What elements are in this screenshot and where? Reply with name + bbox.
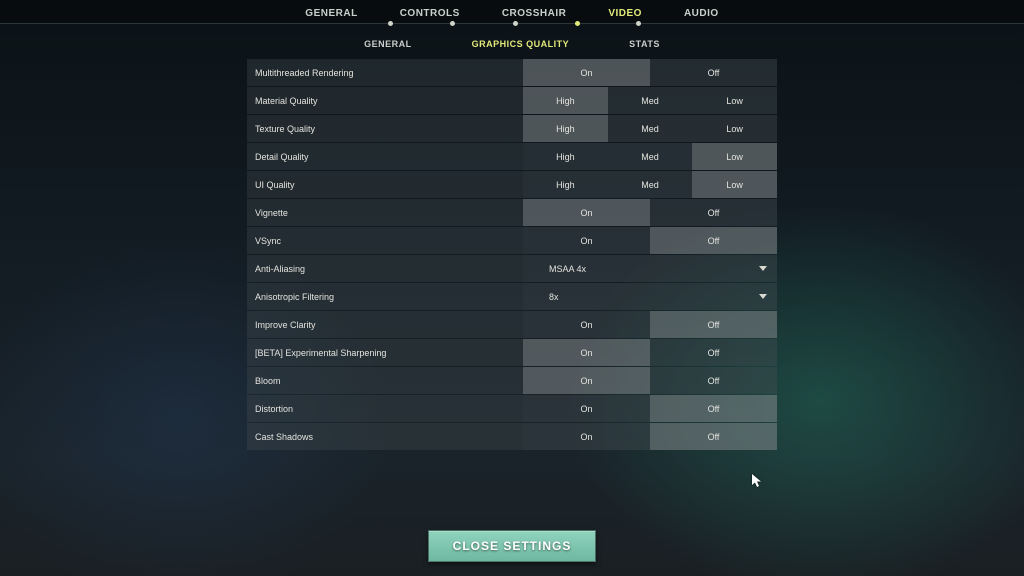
dropdown-value: MSAA 4x bbox=[549, 264, 586, 274]
option-low[interactable]: Low bbox=[692, 115, 777, 142]
subnav-item-graphics-quality[interactable]: GRAPHICS QUALITY bbox=[472, 39, 570, 49]
mouse-cursor-icon bbox=[752, 474, 762, 488]
option-off[interactable]: Off bbox=[650, 423, 777, 450]
setting-row-shadows: Cast ShadowsOnOff bbox=[247, 423, 777, 450]
option-off[interactable]: Off bbox=[650, 339, 777, 366]
nav-divider bbox=[0, 23, 1024, 24]
option-high[interactable]: High bbox=[523, 87, 608, 114]
close-settings-button[interactable]: CLOSE SETTINGS bbox=[428, 530, 596, 562]
setting-row-clarity: Improve ClarityOnOff bbox=[247, 311, 777, 338]
option-med[interactable]: Med bbox=[608, 171, 693, 198]
dropdown-af[interactable]: 8x bbox=[523, 283, 777, 310]
settings-panel: Multithreaded RenderingOnOffMaterial Qua… bbox=[247, 59, 777, 450]
setting-row-texture: Texture QualityHighMedLow bbox=[247, 115, 777, 142]
setting-row-af: Anisotropic Filtering 8x bbox=[247, 283, 777, 310]
setting-row-bloom: BloomOnOff bbox=[247, 367, 777, 394]
setting-controls: OnOff bbox=[523, 423, 777, 450]
setting-label: Texture Quality bbox=[247, 115, 523, 142]
setting-label: Multithreaded Rendering bbox=[247, 59, 523, 86]
setting-controls: OnOff bbox=[523, 199, 777, 226]
setting-row-ui: UI QualityHighMedLow bbox=[247, 171, 777, 198]
setting-label: Improve Clarity bbox=[247, 311, 523, 338]
setting-label: VSync bbox=[247, 227, 523, 254]
option-med[interactable]: Med bbox=[608, 143, 693, 170]
dropdown-value: 8x bbox=[549, 292, 559, 302]
setting-row-sharpen: [BETA] Experimental SharpeningOnOff bbox=[247, 339, 777, 366]
setting-controls: OnOff bbox=[523, 59, 777, 86]
setting-label: UI Quality bbox=[247, 171, 523, 198]
setting-label: Bloom bbox=[247, 367, 523, 394]
setting-controls: 8x bbox=[523, 283, 777, 310]
setting-label: [BETA] Experimental Sharpening bbox=[247, 339, 523, 366]
setting-label: Anisotropic Filtering bbox=[247, 283, 523, 310]
topnav-item-crosshair[interactable]: CROSSHAIR bbox=[502, 6, 567, 21]
setting-controls: MSAA 4x bbox=[523, 255, 777, 282]
setting-row-material: Material QualityHighMedLow bbox=[247, 87, 777, 114]
sub-nav: GENERAL GRAPHICS QUALITY STATS bbox=[0, 27, 1024, 55]
nav-dot bbox=[388, 21, 393, 26]
dropdown-aa[interactable]: MSAA 4x bbox=[523, 255, 777, 282]
option-off[interactable]: Off bbox=[650, 59, 777, 86]
nav-dot bbox=[636, 21, 641, 26]
setting-controls: HighMedLow bbox=[523, 143, 777, 170]
option-off[interactable]: Off bbox=[650, 367, 777, 394]
nav-dot bbox=[575, 21, 580, 26]
setting-controls: OnOff bbox=[523, 339, 777, 366]
option-off[interactable]: Off bbox=[650, 199, 777, 226]
option-on[interactable]: On bbox=[523, 423, 650, 450]
topnav-item-general[interactable]: GENERAL bbox=[305, 6, 357, 21]
option-off[interactable]: Off bbox=[650, 395, 777, 422]
setting-row-vsync: VSyncOnOff bbox=[247, 227, 777, 254]
setting-label: Anti-Aliasing bbox=[247, 255, 523, 282]
topnav-item-controls[interactable]: CONTROLS bbox=[400, 6, 460, 21]
setting-controls: OnOff bbox=[523, 227, 777, 254]
setting-label: Detail Quality bbox=[247, 143, 523, 170]
chevron-down-icon bbox=[759, 294, 767, 299]
option-low[interactable]: Low bbox=[692, 87, 777, 114]
option-high[interactable]: High bbox=[523, 143, 608, 170]
top-nav: GENERAL CONTROLS CROSSHAIR VIDEO AUDIO bbox=[0, 0, 1024, 23]
setting-controls: OnOff bbox=[523, 367, 777, 394]
setting-label: Vignette bbox=[247, 199, 523, 226]
subnav-item-general[interactable]: GENERAL bbox=[364, 39, 412, 49]
setting-row-detail: Detail QualityHighMedLow bbox=[247, 143, 777, 170]
topnav-item-video[interactable]: VIDEO bbox=[608, 6, 642, 21]
setting-controls: OnOff bbox=[523, 395, 777, 422]
setting-row-vignette: VignetteOnOff bbox=[247, 199, 777, 226]
subnav-item-stats[interactable]: STATS bbox=[629, 39, 660, 49]
topnav-item-audio[interactable]: AUDIO bbox=[684, 6, 719, 21]
option-off[interactable]: Off bbox=[650, 311, 777, 338]
setting-label: Cast Shadows bbox=[247, 423, 523, 450]
option-on[interactable]: On bbox=[523, 199, 650, 226]
nav-dot bbox=[513, 21, 518, 26]
option-low[interactable]: Low bbox=[692, 143, 777, 170]
chevron-down-icon bbox=[759, 266, 767, 271]
setting-row-aa: Anti-Aliasing MSAA 4x bbox=[247, 255, 777, 282]
option-med[interactable]: Med bbox=[608, 115, 693, 142]
setting-row-distortion: DistortionOnOff bbox=[247, 395, 777, 422]
option-on[interactable]: On bbox=[523, 367, 650, 394]
option-high[interactable]: High bbox=[523, 171, 608, 198]
nav-dot bbox=[450, 21, 455, 26]
option-med[interactable]: Med bbox=[608, 87, 693, 114]
setting-controls: HighMedLow bbox=[523, 171, 777, 198]
setting-controls: HighMedLow bbox=[523, 87, 777, 114]
setting-controls: HighMedLow bbox=[523, 115, 777, 142]
option-low[interactable]: Low bbox=[692, 171, 777, 198]
setting-row-multithreaded: Multithreaded RenderingOnOff bbox=[247, 59, 777, 86]
option-on[interactable]: On bbox=[523, 339, 650, 366]
option-on[interactable]: On bbox=[523, 59, 650, 86]
option-on[interactable]: On bbox=[523, 395, 650, 422]
option-on[interactable]: On bbox=[523, 227, 650, 254]
option-high[interactable]: High bbox=[523, 115, 608, 142]
setting-controls: OnOff bbox=[523, 311, 777, 338]
setting-label: Distortion bbox=[247, 395, 523, 422]
option-off[interactable]: Off bbox=[650, 227, 777, 254]
option-on[interactable]: On bbox=[523, 311, 650, 338]
setting-label: Material Quality bbox=[247, 87, 523, 114]
close-settings-wrap: CLOSE SETTINGS bbox=[0, 530, 1024, 562]
